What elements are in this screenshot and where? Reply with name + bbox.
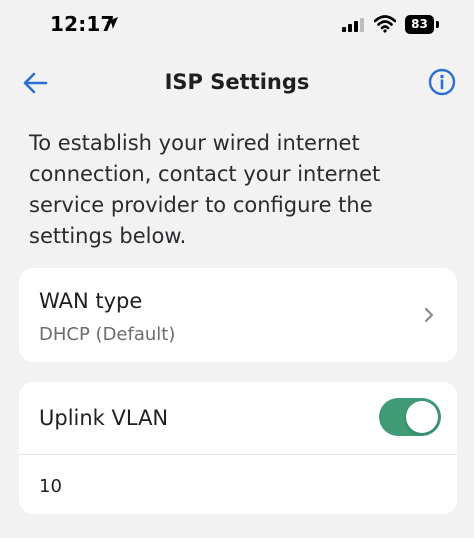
- description-text: To establish your wired internet connect…: [29, 131, 381, 248]
- location-arrow-icon: [106, 17, 118, 29]
- status-bar: 12:17 83: [0, 0, 474, 50]
- wan-type-value: DHCP (Default): [39, 324, 176, 345]
- chevron-right-icon: [424, 307, 434, 323]
- page-title: ISP Settings: [164, 70, 310, 94]
- wifi-icon: [374, 15, 396, 33]
- header: ISP Settings: [0, 58, 474, 108]
- toggle-knob: [406, 401, 438, 433]
- battery-tip: [436, 21, 439, 28]
- uplink-vlan-label: Uplink VLAN: [39, 406, 169, 430]
- wan-type-label: WAN type: [39, 289, 143, 313]
- info-icon[interactable]: [428, 68, 456, 96]
- divider: [19, 454, 457, 455]
- uplink-vlan-toggle[interactable]: [379, 398, 441, 436]
- cellular-signal-icon: [342, 18, 364, 32]
- vlan-id-input[interactable]: 10: [39, 476, 62, 497]
- battery-indicator: 83: [405, 15, 439, 34]
- battery-level: 83: [405, 15, 434, 34]
- wan-type-row[interactable]: WAN type DHCP (Default): [19, 268, 457, 362]
- uplink-vlan-card: Uplink VLAN 10: [19, 382, 457, 514]
